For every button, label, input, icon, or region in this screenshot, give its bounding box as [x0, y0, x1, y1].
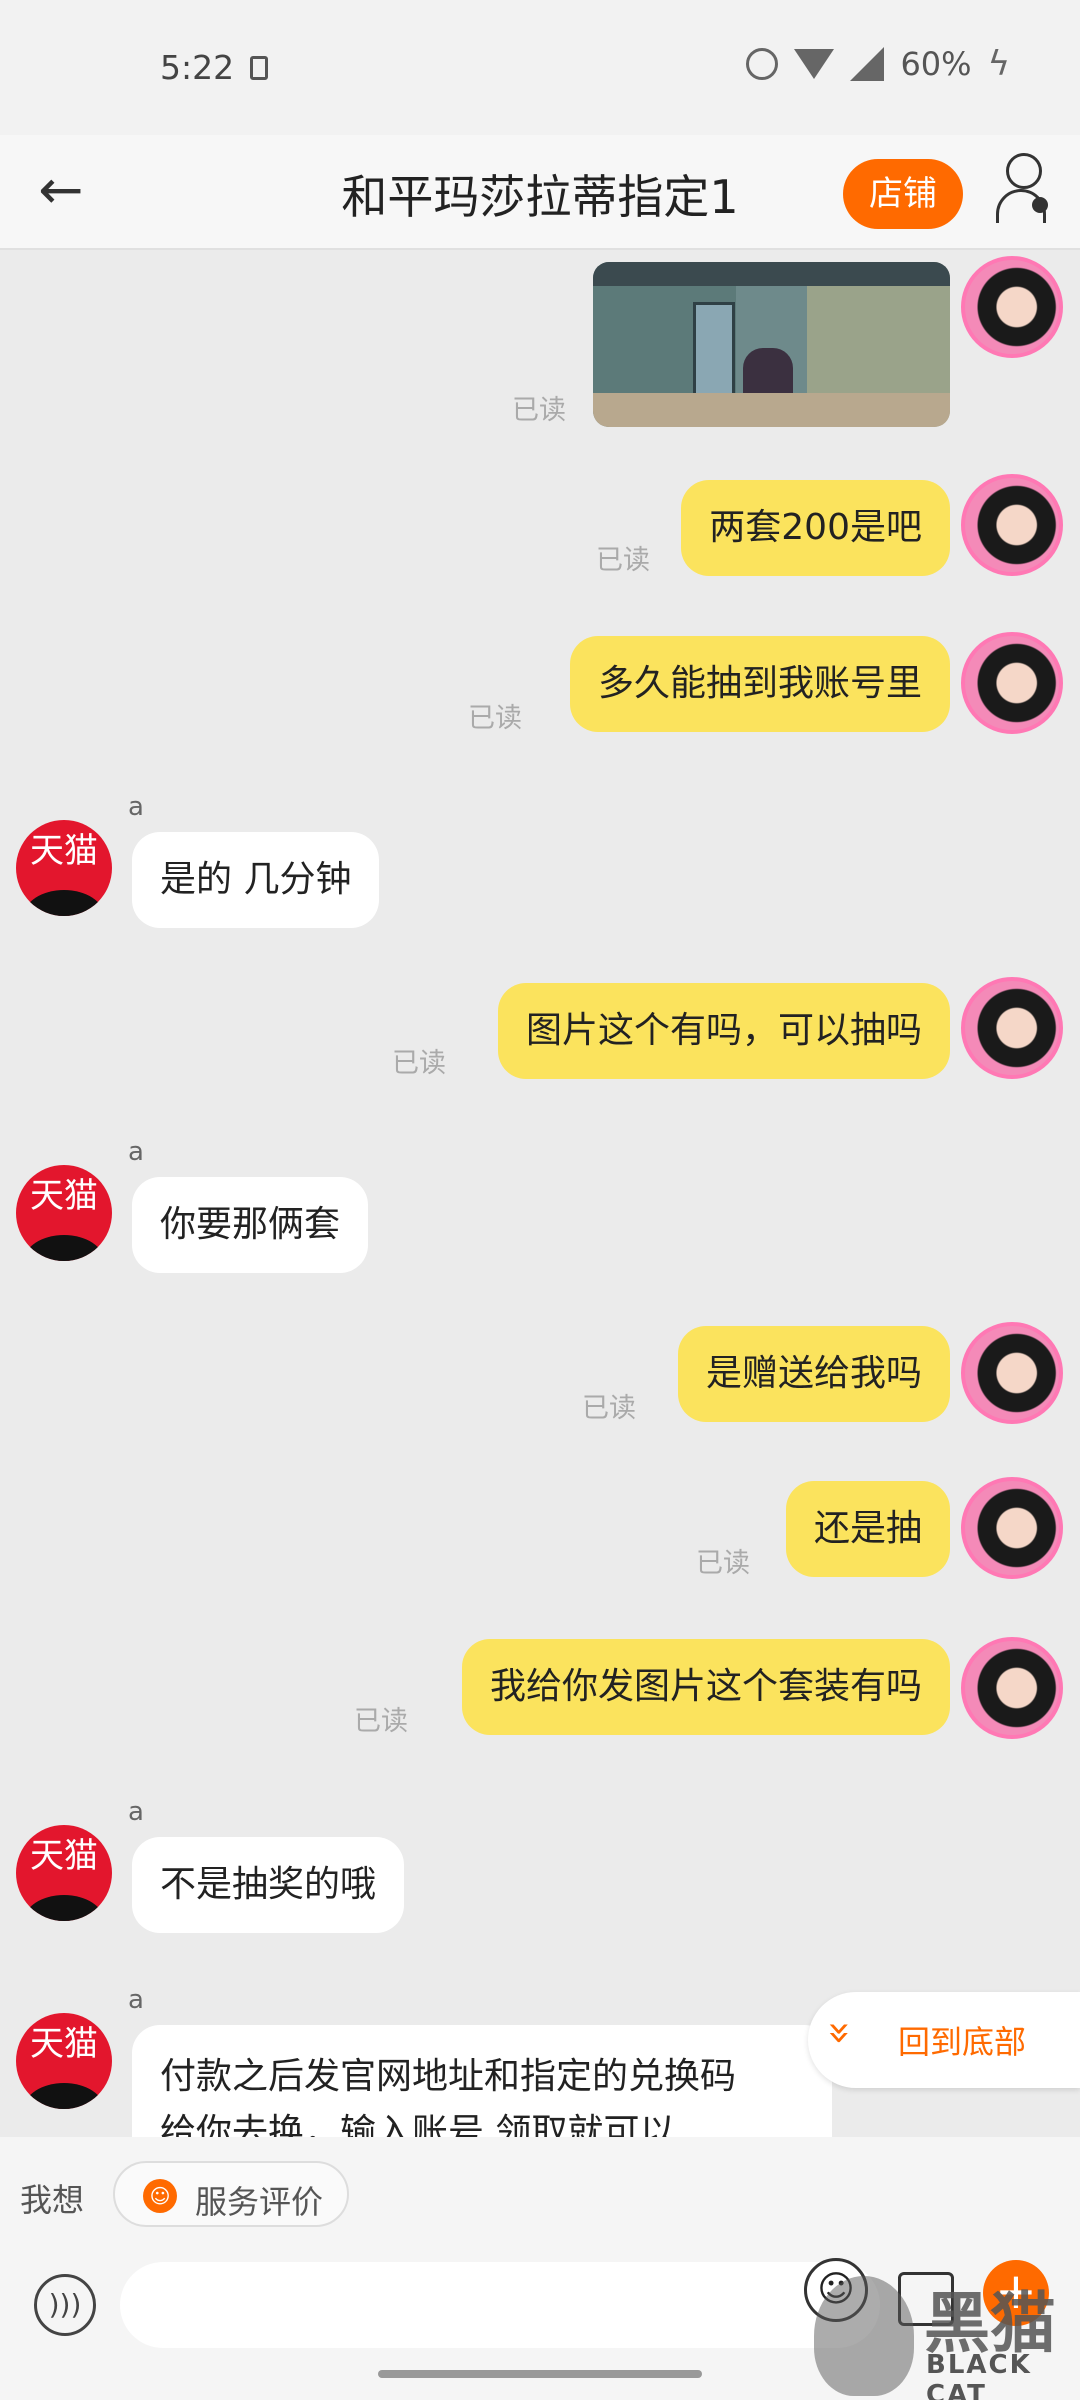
- message-incoming: 天猫 a 不是抽奖的哦: [0, 1797, 1080, 1933]
- message-bubble[interactable]: 你要那俩套: [132, 1177, 369, 1273]
- my-avatar[interactable]: [961, 474, 1063, 576]
- rating-icon: ☺: [143, 2179, 177, 2213]
- shop-button[interactable]: 店铺: [843, 159, 963, 229]
- message-outgoing: 已读 图片这个有吗，可以抽吗: [0, 977, 1080, 1087]
- merchant-avatar[interactable]: 天猫: [16, 1165, 112, 1261]
- message-bubble[interactable]: 图片这个有吗，可以抽吗: [497, 983, 950, 1079]
- message-bubble[interactable]: 付款之后发官网地址和指定的兑换码 给你去换，输入账号 领取就可以: [132, 2025, 832, 2137]
- message-outgoing: 已读 是赠送给我吗: [0, 1322, 1080, 1432]
- message-bubble[interactable]: 还是抽: [785, 1481, 950, 1577]
- message-outgoing: 已读 两套200是吧: [0, 474, 1080, 584]
- message-input[interactable]: [120, 2262, 880, 2348]
- my-avatar[interactable]: [961, 1637, 1063, 1739]
- message-bubble[interactable]: 不是抽奖的哦: [132, 1837, 405, 1933]
- back-arrow-icon[interactable]: ←: [26, 157, 96, 227]
- message-incoming: 天猫 a 你要那俩套: [0, 1137, 1080, 1273]
- battery-percent: 60%: [900, 45, 972, 83]
- read-status: 已读: [392, 1048, 446, 1079]
- sender-name: a: [128, 1137, 144, 1167]
- merchant-avatar[interactable]: 天猫: [16, 820, 112, 916]
- my-avatar[interactable]: [961, 1477, 1063, 1579]
- message-bubble[interactable]: 是赠送给我吗: [677, 1326, 950, 1422]
- watermark: 黑猫 BLACK CAT: [814, 2270, 1080, 2400]
- user-settings-icon[interactable]: [990, 149, 1060, 229]
- sender-name: a: [128, 792, 144, 822]
- message-bubble[interactable]: 多久能抽到我账号里: [569, 636, 950, 732]
- read-status: 已读: [596, 545, 650, 576]
- status-time: 5:22: [160, 48, 235, 87]
- home-indicator[interactable]: [378, 2370, 702, 2378]
- my-avatar[interactable]: [961, 256, 1063, 358]
- charging-icon: ϟ: [987, 44, 1010, 84]
- alarm-icon: [746, 48, 779, 80]
- my-avatar[interactable]: [961, 1322, 1063, 1424]
- service-rating-chip[interactable]: ☺ 服务评价: [113, 2161, 349, 2227]
- message-outgoing: 已读 还是抽: [0, 1477, 1080, 1587]
- my-avatar[interactable]: [961, 632, 1063, 734]
- sender-name: a: [128, 1797, 144, 1827]
- read-status: 已读: [582, 1393, 636, 1424]
- read-status: 已读: [354, 1706, 408, 1737]
- merchant-avatar[interactable]: 天猫: [16, 2013, 112, 2109]
- signal-icon: [850, 47, 885, 81]
- double-chevron-down-icon: »: [817, 2020, 864, 2046]
- merchant-avatar[interactable]: 天猫: [16, 1825, 112, 1921]
- message-bubble[interactable]: 我给你发图片这个套装有吗: [461, 1639, 950, 1735]
- message-image: 已读: [0, 252, 1080, 432]
- message-bubble[interactable]: 是的 几分钟: [132, 832, 380, 928]
- chat-header: ← 和平玛莎拉蒂指定1 店铺: [0, 135, 1080, 250]
- read-status: 已读: [696, 1548, 750, 1579]
- status-bar: 5:22 60% ϟ: [0, 0, 1080, 135]
- chat-title: 和平玛莎拉蒂指定1: [341, 170, 739, 224]
- back-to-bottom-button[interactable]: » 回到底部: [808, 1992, 1080, 2088]
- black-cat-logo-icon: [814, 2276, 914, 2396]
- game-screenshot-image[interactable]: [593, 262, 950, 427]
- voice-icon[interactable]: ))): [34, 2274, 96, 2336]
- download-icon: [250, 56, 268, 80]
- quick-prefix-label: 我想: [20, 2181, 85, 2219]
- read-status: 已读: [512, 395, 566, 426]
- gear-icon: [1032, 197, 1048, 213]
- message-outgoing: 已读 我给你发图片这个套装有吗: [0, 1637, 1080, 1747]
- read-status: 已读: [468, 703, 522, 734]
- my-avatar[interactable]: [961, 977, 1063, 1079]
- message-outgoing: 已读 多久能抽到我账号里: [0, 632, 1080, 742]
- wifi-icon: [794, 49, 835, 79]
- message-incoming: 天猫 a 是的 几分钟: [0, 792, 1080, 928]
- quick-action-bar: 我想 ☺ 服务评价: [0, 2137, 1080, 2252]
- sender-name: a: [128, 1985, 144, 2015]
- message-bubble[interactable]: 两套200是吧: [681, 480, 950, 576]
- status-icons: 60% ϟ: [746, 44, 1010, 84]
- chat-list[interactable]: 已读 已读 两套200是吧 已读 多久能抽到我账号里 天猫 a 是的 几分钟 已…: [0, 252, 1080, 2137]
